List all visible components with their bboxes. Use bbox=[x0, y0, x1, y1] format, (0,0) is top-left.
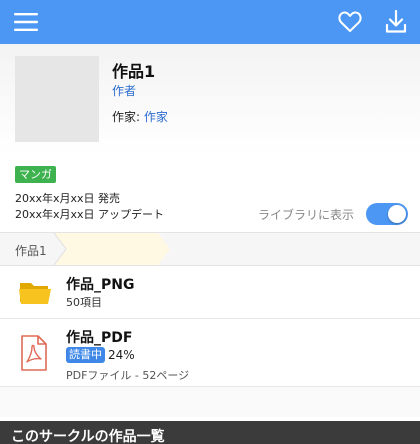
breadcrumb-arrows bbox=[53, 233, 170, 265]
release-date: 20xx年x月xx日 発売 bbox=[15, 192, 121, 205]
section-spacer bbox=[0, 387, 420, 417]
file-name: 作品_PNG bbox=[66, 277, 135, 293]
section-title: このサークルの作品一覧 bbox=[11, 429, 165, 444]
work-title: 作品1 bbox=[112, 62, 156, 81]
breadcrumb-segment-current bbox=[54, 233, 170, 265]
file-row-png[interactable]: 作品_PNG 50項目 bbox=[0, 266, 420, 319]
file-details: PDFファイル - 52ページ bbox=[66, 369, 190, 382]
reading-progress: 24% bbox=[108, 348, 135, 362]
work-meta: マンガ 20xx年x月xx日 発売 20xx年x月xx日 アップデート ライブラ… bbox=[0, 154, 420, 232]
work-credit: 作家: 作家 bbox=[112, 108, 168, 125]
toggle-knob bbox=[388, 205, 406, 223]
genre-badge: マンガ bbox=[15, 166, 56, 183]
credit-label: 作家: bbox=[112, 110, 144, 124]
file-item-count: 50項目 bbox=[66, 296, 102, 309]
work-header: 作品1 作者 作家: 作家 bbox=[0, 44, 420, 154]
menu-button[interactable] bbox=[10, 0, 42, 44]
update-date: 20xx年x月xx日 アップデート bbox=[15, 208, 165, 221]
credit-name-link[interactable]: 作家 bbox=[144, 110, 168, 124]
file-row-pdf[interactable]: 作品_PDF 読書中 24% PDFファイル - 52ページ bbox=[0, 319, 420, 387]
library-toggle[interactable] bbox=[366, 203, 408, 225]
breadcrumb-item-root[interactable]: 作品1 bbox=[15, 242, 47, 259]
pdf-file-icon bbox=[18, 335, 48, 375]
reading-badge: 読書中 bbox=[66, 347, 105, 363]
reading-status: 読書中 24% bbox=[66, 347, 135, 363]
favorite-button[interactable] bbox=[334, 0, 366, 44]
top-app-bar bbox=[0, 0, 420, 44]
circle-works-header: このサークルの作品一覧 bbox=[0, 421, 420, 444]
download-icon bbox=[385, 10, 407, 33]
folder-icon bbox=[18, 278, 52, 310]
author-link[interactable]: 作者 bbox=[112, 82, 136, 99]
library-toggle-label: ライブラリに表示 bbox=[258, 208, 355, 222]
breadcrumb: 作品1 bbox=[0, 232, 420, 266]
download-button[interactable] bbox=[380, 0, 412, 44]
cover-thumbnail[interactable] bbox=[15, 56, 99, 142]
heart-outline-icon bbox=[338, 11, 362, 32]
hamburger-menu-icon bbox=[14, 13, 38, 31]
file-name: 作品_PDF bbox=[66, 330, 133, 346]
